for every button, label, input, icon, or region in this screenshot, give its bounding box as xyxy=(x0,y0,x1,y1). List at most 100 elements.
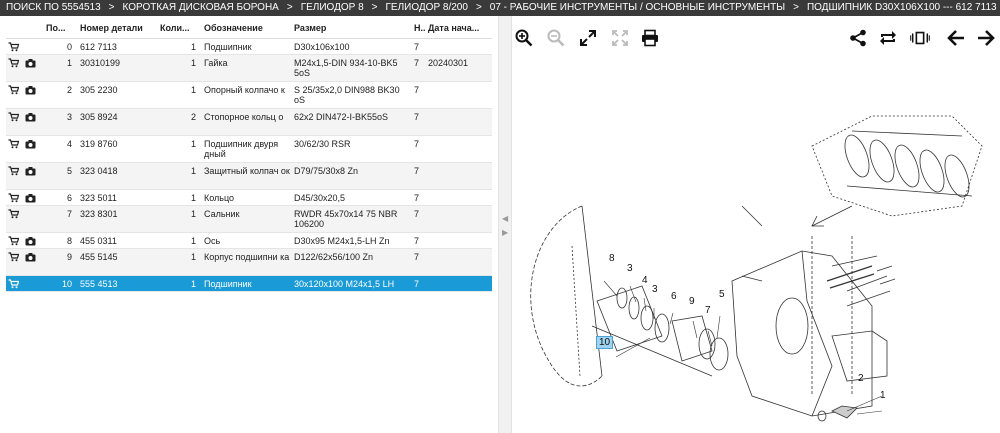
table-row[interactable]: 1 30310199 1 Гайка M24x1,5-DIN 934-10-BK5 5o… xyxy=(6,54,492,82)
cell-n: 7 xyxy=(412,135,426,163)
table-row[interactable]: 10 555 4513 1 Подшипник 30x120x100 M24x1,5 L… xyxy=(6,275,492,292)
callout-1[interactable]: 1 xyxy=(880,390,886,401)
zoom-in-icon[interactable] xyxy=(514,28,534,48)
camera-icon[interactable] xyxy=(25,85,36,95)
header-n[interactable]: Н... xyxy=(412,18,426,39)
callout-3[interactable]: 3 xyxy=(652,284,658,295)
breadcrumb-item[interactable]: ПОИСК ПО 5554513 xyxy=(6,2,101,13)
cell-designation: Опорный колпачо к xyxy=(202,81,292,109)
cell-size: 62x2 DIN472-I-BK55oS xyxy=(292,108,412,136)
cart-icon[interactable] xyxy=(8,138,19,149)
breadcrumb-item[interactable]: 07 - РАБОЧИЕ ИНСТРУМЕНТЫ / ОСНОВНЫЕ ИНСТ… xyxy=(490,2,785,13)
breadcrumb-item[interactable]: КОРОТКАЯ ДИСКОВАЯ БОРОНА xyxy=(123,2,279,13)
camera-icon[interactable] xyxy=(25,236,36,246)
cart-icon[interactable] xyxy=(8,165,19,176)
callout-3[interactable]: 3 xyxy=(627,263,633,274)
callout-6[interactable]: 6 xyxy=(671,291,677,302)
cell-part-number: 319 8760 xyxy=(78,135,158,163)
cell-quantity: 1 xyxy=(158,232,202,249)
cart-icon[interactable] xyxy=(8,84,19,95)
table-row[interactable]: 4 319 8760 1 Подшипник двуря дный 30/62/30 R… xyxy=(6,135,492,163)
row-actions xyxy=(6,162,44,190)
repeat-icon[interactable] xyxy=(878,28,898,48)
row-actions xyxy=(6,38,44,55)
header-icons xyxy=(6,18,44,39)
table-row[interactable]: 7 323 8301 1 Сальник RWDR 45x70x14 75 NBR 10… xyxy=(6,205,492,233)
zoom-out-icon[interactable] xyxy=(546,28,566,48)
cart-icon[interactable] xyxy=(8,235,19,246)
cart-icon[interactable] xyxy=(8,192,19,203)
fit-icon[interactable] xyxy=(610,28,630,48)
cell-part-number: 305 8924 xyxy=(78,108,158,136)
diagram-panel: 8 3 4 3 6 5 9 7 10 2 1 xyxy=(512,16,1000,433)
cell-start-date xyxy=(426,38,492,55)
cart-icon[interactable] xyxy=(8,41,19,52)
callout-8[interactable]: 8 xyxy=(609,253,615,264)
header-size[interactable]: Размер xyxy=(292,18,412,39)
cell-part-number: 612 7113 xyxy=(78,38,158,55)
arrow-left-icon[interactable] xyxy=(946,28,966,48)
camera-icon[interactable] xyxy=(25,193,36,203)
cell-n: 7 xyxy=(412,189,426,206)
cell-quantity: 1 xyxy=(158,38,202,55)
cell-quantity: 1 xyxy=(158,54,202,82)
share-icon[interactable] xyxy=(848,28,868,48)
cell-quantity: 1 xyxy=(158,205,202,233)
callout-7[interactable]: 7 xyxy=(705,305,711,316)
camera-icon[interactable] xyxy=(25,252,36,262)
header-start-date[interactable]: Дата нача... xyxy=(426,18,492,39)
cart-icon[interactable] xyxy=(8,57,19,68)
breadcrumb-item[interactable]: ГЕЛИОДОР 8 xyxy=(301,2,364,13)
table-row[interactable]: 5 323 0418 1 Защитный колпач ок D79/75/30x8 … xyxy=(6,162,492,190)
panel-splitter[interactable]: ◀ ▶ xyxy=(498,16,512,433)
table-row[interactable]: 9 455 5145 1 Корпус подшипни ка D122/62x56/1… xyxy=(6,248,492,276)
table-row[interactable]: 0 612 7113 1 Подшипник D30x106x100 7 xyxy=(6,38,492,55)
table-row[interactable]: 8 455 0311 1 Ось D30x95 M24x1,5-LH Zn 7 xyxy=(6,232,492,249)
cart-icon[interactable] xyxy=(8,208,19,219)
header-designation[interactable]: Обозначение xyxy=(202,18,292,39)
exploded-diagram xyxy=(530,115,983,422)
flip-icon[interactable] xyxy=(910,28,930,48)
cell-start-date xyxy=(426,275,492,292)
header-quantity[interactable]: Коли... xyxy=(158,18,202,39)
cell-designation: Гайка xyxy=(202,54,292,82)
header-part-number[interactable]: Номер детали xyxy=(78,18,158,39)
breadcrumb-separator: > xyxy=(286,2,293,13)
breadcrumb-item[interactable]: ГЕЛИОДОР 8/200 xyxy=(386,2,468,13)
camera-icon[interactable] xyxy=(25,139,36,149)
cell-start-date xyxy=(426,108,492,136)
row-actions xyxy=(6,54,44,82)
cell-quantity: 1 xyxy=(158,275,202,292)
camera-icon[interactable] xyxy=(25,166,36,176)
callout-2[interactable]: 2 xyxy=(858,373,864,384)
callout-10[interactable]: 10 xyxy=(596,336,614,349)
table-row[interactable]: 2 305 2230 1 Опорный колпачо кS 25/35x2,0 D… xyxy=(6,81,492,109)
cart-icon[interactable] xyxy=(8,251,19,262)
header-pos[interactable]: По... xyxy=(44,18,78,39)
cart-icon[interactable] xyxy=(8,278,19,289)
breadcrumb: ПОИСК ПО 5554513 > КОРОТКАЯ ДИСКОВАЯ БОРОН… xyxy=(0,0,1000,16)
table-row[interactable]: 6 323 5011 1 Кольцо D45/30x20,5 7 xyxy=(6,189,492,206)
breadcrumb-separator: > xyxy=(108,2,115,13)
callout-9[interactable]: 9 xyxy=(689,296,695,307)
camera-icon[interactable] xyxy=(25,112,36,122)
parts-table: По... Номер детали Коли... Обозначение Р… xyxy=(6,18,492,292)
breadcrumb-separator: > xyxy=(475,2,482,13)
collapse-left-icon[interactable]: ◀ xyxy=(502,214,508,223)
cell-position: 7 xyxy=(44,205,78,233)
cell-part-number: 305 2230 xyxy=(78,81,158,109)
row-actions xyxy=(6,232,44,249)
arrow-right-icon[interactable] xyxy=(976,28,996,48)
print-icon[interactable] xyxy=(640,28,660,48)
callout-4[interactable]: 4 xyxy=(642,275,648,286)
cell-quantity: 1 xyxy=(158,162,202,190)
table-row[interactable]: 3 305 8924 2 Стопорное кольц о 62x2 DIN472-I… xyxy=(6,108,492,136)
expand-icon[interactable] xyxy=(578,28,598,48)
breadcrumb-item[interactable]: ПОДШИПНИК D30X106X100 --- 612 7113 xyxy=(807,2,997,13)
callout-5[interactable]: 5 xyxy=(719,289,725,300)
cart-icon[interactable] xyxy=(8,111,19,122)
cell-position: 3 xyxy=(44,108,78,136)
camera-icon[interactable] xyxy=(25,58,36,68)
row-actions xyxy=(6,135,44,163)
collapse-right-icon[interactable]: ▶ xyxy=(502,228,508,237)
